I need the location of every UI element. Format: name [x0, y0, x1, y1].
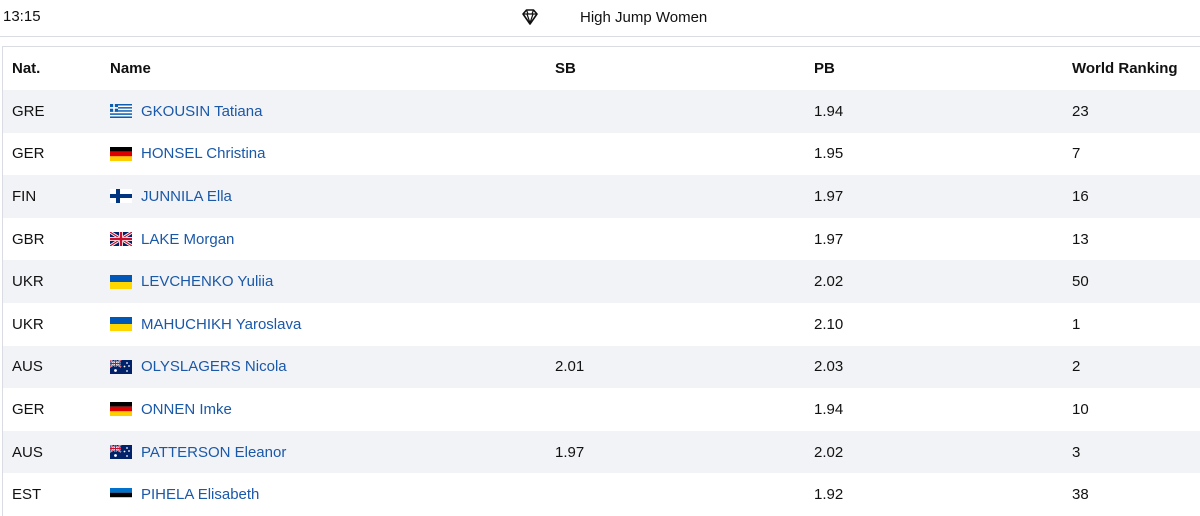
column-header-name: Name	[110, 60, 151, 77]
season-best-cell	[555, 175, 814, 218]
athlete-name-link[interactable]: LEVCHENKO Yuliia	[141, 273, 273, 290]
table-row: GRE GKOUSIN Tatiana 1.94 23	[3, 90, 1200, 133]
germany-flag	[110, 402, 132, 417]
event-title-group: High Jump Women	[520, 6, 707, 28]
start-list-table: Nat. Name SB PB World Ranking GRE GKOUSI…	[2, 46, 1200, 516]
nationality-cell: FIN	[12, 187, 37, 205]
personal-best-cell: 2.02	[814, 273, 844, 291]
athlete-name-cell: LAKE Morgan	[110, 218, 555, 261]
athlete-name-link[interactable]: HONSEL Christina	[141, 145, 265, 162]
table-header-row: Nat. Name SB PB World Ranking	[3, 47, 1200, 90]
athlete-name-link[interactable]: GKOUSIN Tatiana	[141, 103, 262, 120]
event-time: 13:15	[3, 8, 41, 25]
world-ranking-cell: 1	[1072, 315, 1081, 333]
world-ranking-cell: 13	[1072, 230, 1089, 248]
table-row: UKR LEVCHENKO Yuliia 2.02 50	[3, 260, 1200, 303]
world-ranking-cell: 2	[1072, 358, 1081, 376]
uk-flag	[110, 232, 132, 247]
athlete-name-link[interactable]: PATTERSON Eleanor	[141, 444, 286, 461]
nationality-cell: AUS	[12, 443, 43, 461]
germany-flag	[110, 146, 132, 161]
season-best-cell: 1.97	[555, 443, 585, 461]
table-row: FIN JUNNILA Ella 1.97 16	[3, 175, 1200, 218]
australia-flag	[110, 445, 132, 460]
athlete-name-cell: HONSEL Christina	[110, 133, 555, 176]
column-header-pb: PB	[814, 60, 835, 77]
nationality-cell: GBR	[12, 230, 45, 248]
table-row: AUS PATTERSON Eleanor 1.97 2.02 3	[3, 430, 1200, 474]
athlete-name-link[interactable]: JUNNILA Ella	[141, 188, 232, 205]
estonia-flag	[110, 487, 132, 502]
nationality-cell: EST	[12, 486, 42, 504]
personal-best-cell: 1.97	[814, 187, 844, 205]
column-header-sb: SB	[555, 60, 576, 77]
athlete-name-cell: JUNNILA Ella	[110, 175, 555, 218]
athlete-name-cell: GKOUSIN Tatiana	[110, 90, 555, 133]
nationality-cell: GER	[12, 145, 45, 163]
ukraine-flag	[110, 274, 132, 289]
personal-best-cell: 2.02	[814, 443, 844, 461]
nationality-cell: GRE	[12, 102, 45, 120]
world-ranking-cell: 3	[1072, 443, 1081, 461]
season-best-cell: 2.01	[555, 358, 585, 376]
athlete-name-cell: ONNEN Imke	[110, 388, 555, 431]
season-best-cell	[555, 260, 814, 303]
athlete-name-cell: MAHUCHIKH Yaroslava	[110, 303, 555, 346]
season-best-cell	[555, 218, 814, 261]
table-row: GER HONSEL Christina 1.95 7	[3, 132, 1200, 176]
nationality-cell: GER	[12, 400, 45, 418]
athlete-name-cell: OLYSLAGERS Nicola	[110, 346, 555, 389]
personal-best-cell: 1.92	[814, 486, 844, 504]
athlete-name-cell: PATTERSON Eleanor	[110, 431, 555, 474]
athlete-name-cell: LEVCHENKO Yuliia	[110, 260, 555, 303]
australia-flag	[110, 359, 132, 374]
world-ranking-cell: 16	[1072, 187, 1089, 205]
ukraine-flag	[110, 317, 132, 332]
season-best-cell	[555, 133, 814, 176]
personal-best-cell: 1.94	[814, 102, 844, 120]
event-title: High Jump Women	[580, 8, 708, 26]
season-best-cell	[555, 388, 814, 431]
personal-best-cell: 1.95	[814, 145, 844, 163]
nationality-cell: AUS	[12, 358, 43, 376]
athlete-name-link[interactable]: ONNEN Imke	[141, 401, 232, 418]
season-best-cell	[555, 473, 814, 516]
nationality-cell: UKR	[12, 315, 44, 333]
athlete-name-link[interactable]: MAHUCHIKH Yaroslava	[141, 316, 301, 333]
personal-best-cell: 2.10	[814, 315, 844, 333]
athlete-name-link[interactable]: LAKE Morgan	[141, 231, 234, 248]
athlete-name-link[interactable]: PIHELA Elisabeth	[141, 486, 259, 503]
personal-best-cell: 1.97	[814, 230, 844, 248]
athlete-name-link[interactable]: OLYSLAGERS Nicola	[141, 358, 287, 375]
world-ranking-cell: 10	[1072, 400, 1089, 418]
event-header: 13:15 High Jump Women	[0, 0, 1200, 37]
nationality-cell: UKR	[12, 273, 44, 291]
world-ranking-cell: 7	[1072, 145, 1081, 163]
column-header-world-ranking: World Ranking	[1072, 60, 1178, 77]
finland-flag	[110, 189, 132, 204]
greece-flag	[110, 104, 132, 119]
season-best-cell	[555, 90, 814, 133]
table-row: EST PIHELA Elisabeth 1.92 38	[3, 473, 1200, 516]
table-row: GER ONNEN Imke 1.94 10	[3, 388, 1200, 431]
personal-best-cell: 1.94	[814, 400, 844, 418]
world-ranking-cell: 23	[1072, 102, 1089, 120]
table-row: GBR LAKE Morgan 1.97 13	[3, 217, 1200, 261]
athlete-name-cell: PIHELA Elisabeth	[110, 473, 555, 516]
column-header-nat: Nat.	[12, 60, 41, 77]
table-row: UKR MAHUCHIKH Yaroslava 2.10 1	[3, 302, 1200, 346]
world-ranking-cell: 38	[1072, 486, 1089, 504]
table-row: AUS OLYSLAGERS Nicola 2.01 2.03 2	[3, 345, 1200, 389]
season-best-cell	[555, 303, 814, 346]
diamond-icon	[522, 9, 538, 25]
world-ranking-cell: 50	[1072, 273, 1089, 291]
personal-best-cell: 2.03	[814, 358, 844, 376]
